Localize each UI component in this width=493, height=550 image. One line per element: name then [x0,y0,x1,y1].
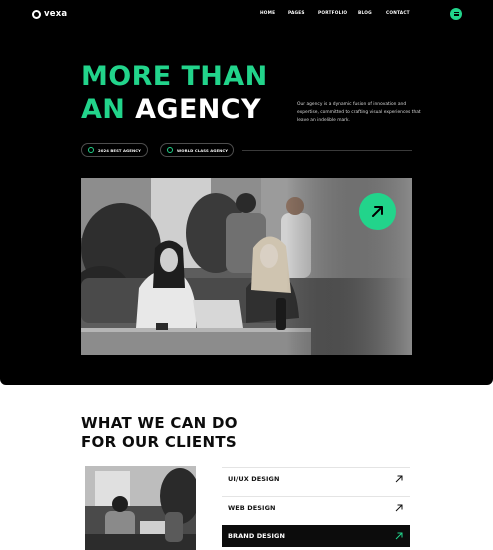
nav-item-contact[interactable]: CONTACT [386,11,410,16]
nav-item-home[interactable]: HOME [260,11,275,16]
badge-best-agency: 2024 BEST AGENCY [81,143,148,157]
headline-word-agency: AGENCY [135,94,261,125]
headline-line-1: MORE THAN [81,61,268,92]
badge-best-agency-label: 2024 BEST AGENCY [98,147,141,153]
award-icon [88,147,94,153]
service-item-uiux[interactable]: UI/UX DESIGN [222,467,410,489]
services-title-line-1: WHAT WE CAN DO [81,414,238,432]
hero-divider [242,150,412,151]
service-item-web[interactable]: WEB DESIGN [222,496,410,518]
headline-word-an: AN [81,94,126,125]
badge-world-class: WORLD CLASS AGENCY [160,143,234,157]
main-nav: HOME PAGES PORTFOLIO BLOG CONTACT [0,11,493,21]
nav-item-blog[interactable]: BLOG [358,11,372,16]
arrow-up-right-icon [395,504,403,511]
services-title-line-2: FOR OUR CLIENTS [81,433,237,451]
arrow-up-right-icon [395,532,403,540]
nav-item-pages[interactable]: PAGES [288,11,305,16]
arrow-up-right-icon [372,206,383,217]
services-photo-image [85,466,196,550]
service-item-brand-label: BRAND DESIGN [228,532,285,540]
services-title: WHAT WE CAN DO FOR OUR CLIENTS [81,414,238,452]
service-item-brand[interactable]: BRAND DESIGN [222,525,410,547]
menu-button[interactable] [450,8,462,20]
service-item-uiux-label: UI/UX DESIGN [228,474,280,483]
badge-world-class-label: WORLD CLASS AGENCY [177,147,229,153]
hero-section: vexa HOME PAGES PORTFOLIO BLOG CONTACT M… [0,0,493,385]
service-item-web-label: WEB DESIGN [228,503,276,512]
hamburger-icon [453,12,459,13]
globe-icon [167,147,173,153]
hero-cta-button[interactable] [359,193,396,230]
nav-item-portfolio[interactable]: PORTFOLIO [318,11,347,16]
arrow-up-right-icon [395,475,403,482]
hero-intro-text: Our agency is a dynamic fusion of innova… [297,102,421,123]
services-photo [85,466,196,550]
hero-headline: MORE THAN AN AGENCY [81,60,268,126]
